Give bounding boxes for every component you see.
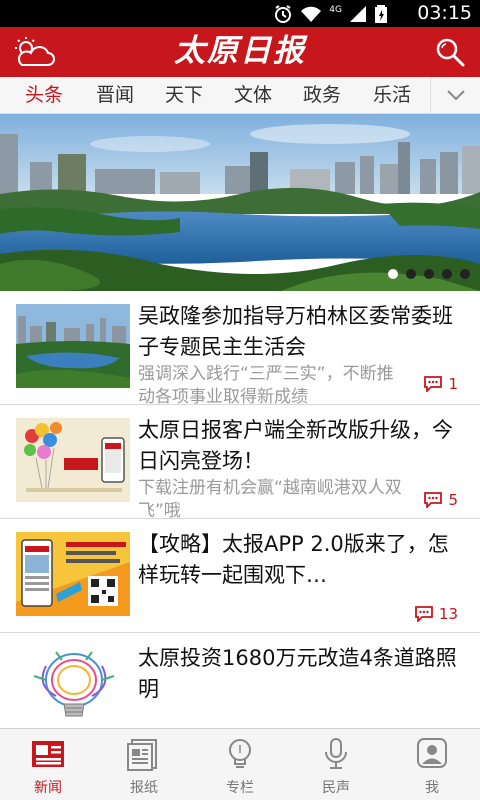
nav-label: 新闻: [34, 780, 62, 796]
tab-world[interactable]: 天下: [165, 82, 203, 108]
news-title: 吴政隆参加指导万柏林区委常委班子专题民主生活会: [138, 304, 453, 359]
nav-label: 民声: [322, 780, 350, 796]
news-summary: 下载注册有机会赢“越南岘港双人双飞”哦: [138, 478, 402, 521]
tabs-expand-button[interactable]: [430, 77, 480, 113]
news-thumbnail: [16, 418, 130, 502]
news-summary: 强调深入践行“三严三实”，不断推动各项事业取得新成绩: [138, 364, 394, 407]
pagination-dot[interactable]: [442, 269, 452, 279]
status-time: 03:15: [417, 2, 472, 24]
nav-public-voice[interactable]: 民声: [288, 729, 384, 800]
nav-label: 我: [425, 780, 439, 796]
nav-column[interactable]: 专栏: [192, 729, 288, 800]
lightbulb-icon: [229, 739, 251, 768]
news-thumbnail: [16, 646, 130, 726]
news-title: 太原日报客户端全新改版升级，今日闪亮登场！: [138, 418, 453, 473]
banner-image: [0, 114, 480, 291]
weather-icon[interactable]: [10, 36, 56, 68]
chevron-down-icon: [447, 90, 465, 101]
newspaper-icon: [32, 741, 64, 767]
tab-culture-sports[interactable]: 文体: [234, 82, 272, 108]
nav-paper[interactable]: 报纸: [96, 729, 192, 800]
comment-count-value: 1: [448, 375, 458, 393]
comment-icon: [424, 492, 443, 508]
battery-icon: [375, 5, 387, 23]
app-header: 太原日报: [0, 27, 480, 77]
nav-label: 报纸: [130, 780, 158, 796]
news-item[interactable]: 吴政隆参加指导万柏林区委常委班子专题民主生活会 强调深入践行“三严三实”，不断推…: [0, 291, 480, 407]
app-logo: 太原日报: [174, 33, 306, 69]
news-item[interactable]: 太原投资1680万元改造4条道路照明: [0, 633, 480, 728]
nav-label: 专栏: [226, 780, 254, 796]
news-title: 太原投资1680万元改造4条道路照明: [138, 646, 457, 701]
category-tabs: 头条 晋闻 天下 文体 政务 乐活: [0, 77, 480, 114]
bottom-navigation: 新闻 报纸 专栏 民声 我: [0, 728, 480, 800]
paper-icon: [127, 739, 157, 771]
news-thumbnail: [16, 304, 130, 388]
tab-headlines[interactable]: 头条: [25, 82, 63, 108]
wifi-icon: [301, 6, 322, 22]
banner-pagination: [388, 269, 470, 279]
comment-count[interactable]: 5: [424, 491, 458, 509]
comment-icon: [424, 376, 443, 392]
pagination-dot[interactable]: [460, 269, 470, 279]
pagination-dot[interactable]: [406, 269, 416, 279]
network-type: 4G: [329, 4, 342, 15]
pagination-dot[interactable]: [388, 269, 398, 279]
comment-count[interactable]: 1: [424, 375, 458, 393]
user-icon: [417, 738, 447, 768]
news-title: 【攻略】太报APP 2.0版来了，怎样玩转一起围观下…: [138, 532, 449, 587]
comment-count-value: 13: [438, 605, 458, 623]
signal-icon: [350, 6, 366, 22]
nav-me[interactable]: 我: [384, 729, 480, 800]
nav-news[interactable]: 新闻: [0, 729, 96, 800]
news-thumbnail: [16, 532, 130, 616]
status-icons: 4G: [273, 4, 388, 24]
status-bar: 4G 03:15: [0, 0, 480, 27]
comment-count[interactable]: 13: [415, 605, 458, 623]
comment-count-value: 5: [448, 491, 458, 509]
comment-icon: [415, 606, 433, 622]
tab-shanxi[interactable]: 晋闻: [96, 82, 134, 108]
search-icon[interactable]: [434, 36, 466, 68]
pagination-dot[interactable]: [424, 269, 434, 279]
microphone-icon: [325, 738, 347, 769]
news-item[interactable]: 太原日报客户端全新改版升级，今日闪亮登场！ 下载注册有机会赢“越南岘港双人双飞”…: [0, 405, 480, 521]
news-item[interactable]: 【攻略】太报APP 2.0版来了，怎样玩转一起围观下… 13: [0, 519, 480, 633]
alarm-icon: [275, 5, 292, 23]
tab-government[interactable]: 政务: [303, 82, 341, 108]
headline-banner[interactable]: [0, 114, 480, 291]
tab-lifestyle[interactable]: 乐活: [373, 82, 411, 108]
